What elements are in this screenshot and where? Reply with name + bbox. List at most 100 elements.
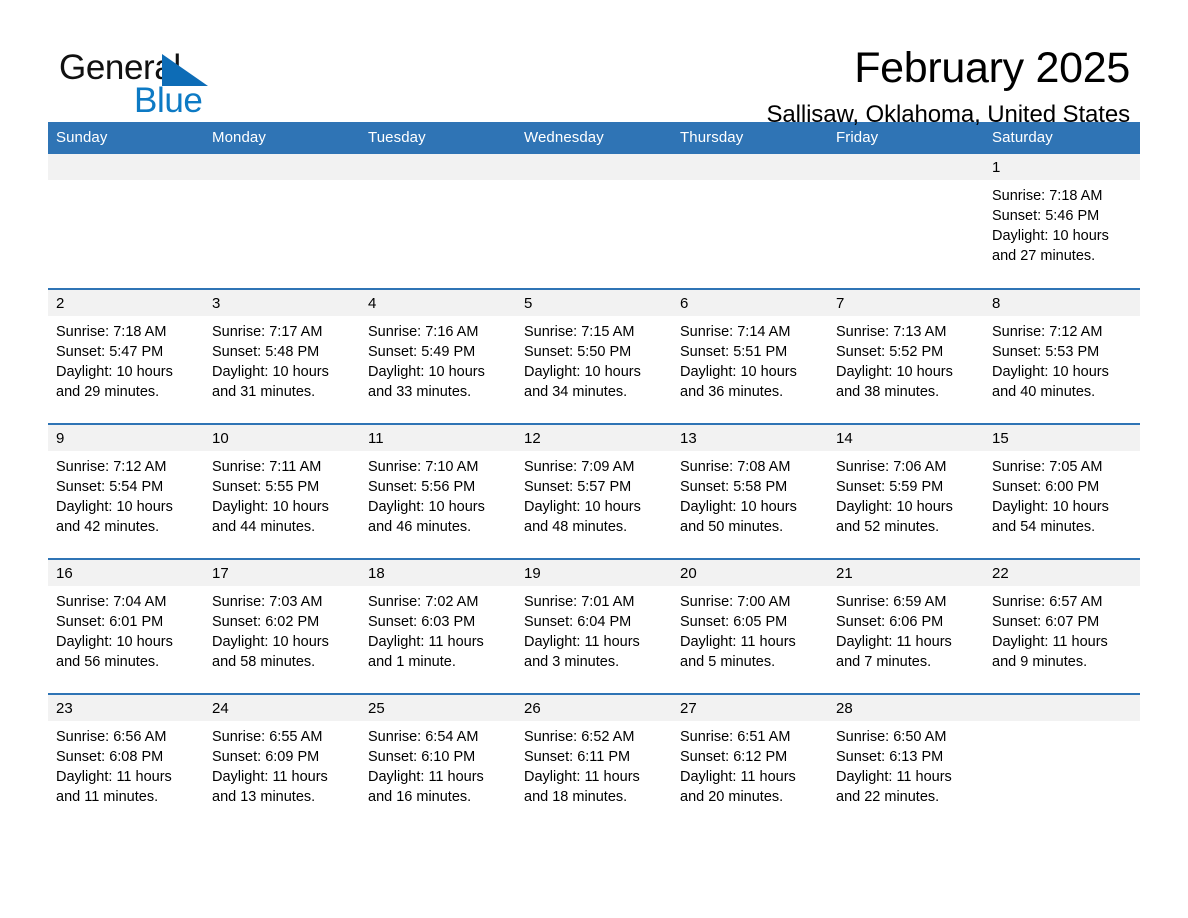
day-details: Sunrise: 7:16 AM Sunset: 5:49 PM Dayligh… (368, 324, 485, 400)
calendar-table: Sunday Monday Tuesday Wednesday Thursday… (48, 122, 1140, 829)
day-details: Sunrise: 6:59 AM Sunset: 6:06 PM Dayligh… (836, 594, 952, 670)
calendar-day-cell[interactable] (984, 693, 1140, 829)
day-number: 10 (204, 425, 360, 451)
day-details: Sunrise: 7:02 AM Sunset: 6:03 PM Dayligh… (368, 594, 484, 670)
day-number: 14 (828, 425, 984, 451)
calendar-day-cell[interactable]: 11 Sunrise: 7:10 AM Sunset: 5:56 PM Dayli… (360, 423, 516, 559)
calendar-day-cell[interactable]: 3 Sunrise: 7:17 AM Sunset: 5:48 PM Daylig… (204, 288, 360, 424)
day-details (828, 180, 984, 186)
day-number (48, 154, 204, 180)
day-number: 11 (360, 425, 516, 451)
day-number (672, 154, 828, 180)
day-details: Sunrise: 7:05 AM Sunset: 6:00 PM Dayligh… (992, 459, 1109, 535)
day-details: Sunrise: 7:12 AM Sunset: 5:53 PM Dayligh… (992, 324, 1109, 400)
calendar-day-cell[interactable]: 28 Sunrise: 6:50 AM Sunset: 6:13 PM Dayli… (828, 693, 984, 829)
calendar-day-cell[interactable]: 17 Sunrise: 7:03 AM Sunset: 6:02 PM Dayli… (204, 558, 360, 694)
day-details: Sunrise: 6:57 AM Sunset: 6:07 PM Dayligh… (992, 594, 1108, 670)
calendar-day-cell[interactable] (516, 154, 672, 289)
day-details: Sunrise: 7:14 AM Sunset: 5:51 PM Dayligh… (680, 324, 797, 400)
calendar-day-cell[interactable]: 1 Sunrise: 7:18 AM Sunset: 5:46 PM Daylig… (984, 154, 1140, 289)
day-number (828, 154, 984, 180)
day-details (360, 180, 516, 186)
day-details: Sunrise: 7:18 AM Sunset: 5:47 PM Dayligh… (56, 324, 173, 400)
calendar-day-cell[interactable] (828, 154, 984, 289)
day-details: Sunrise: 7:10 AM Sunset: 5:56 PM Dayligh… (368, 459, 485, 535)
calendar-day-cell[interactable]: 20 Sunrise: 7:00 AM Sunset: 6:05 PM Dayli… (672, 558, 828, 694)
day-details (48, 180, 204, 186)
day-number: 9 (48, 425, 204, 451)
calendar-day-cell[interactable] (672, 154, 828, 289)
calendar-day-cell[interactable]: 24 Sunrise: 6:55 AM Sunset: 6:09 PM Dayli… (204, 693, 360, 829)
day-number: 19 (516, 560, 672, 586)
day-details: Sunrise: 7:08 AM Sunset: 5:58 PM Dayligh… (680, 459, 797, 535)
logo-text-blue: Blue (134, 81, 203, 120)
calendar-week-row: 2 Sunrise: 7:18 AM Sunset: 5:47 PM Daylig… (48, 288, 1140, 424)
day-number: 23 (48, 695, 204, 721)
day-details: Sunrise: 6:56 AM Sunset: 6:08 PM Dayligh… (56, 729, 172, 805)
day-details (672, 180, 828, 186)
day-number: 28 (828, 695, 984, 721)
calendar-day-cell[interactable] (48, 154, 204, 289)
day-details: Sunrise: 7:11 AM Sunset: 5:55 PM Dayligh… (212, 459, 329, 535)
calendar-day-cell[interactable]: 18 Sunrise: 7:02 AM Sunset: 6:03 PM Dayli… (360, 558, 516, 694)
day-number: 22 (984, 560, 1140, 586)
day-number: 20 (672, 560, 828, 586)
day-details: Sunrise: 7:06 AM Sunset: 5:59 PM Dayligh… (836, 459, 953, 535)
calendar-day-cell[interactable]: 23 Sunrise: 6:56 AM Sunset: 6:08 PM Dayli… (48, 693, 204, 829)
day-number: 17 (204, 560, 360, 586)
calendar-day-cell[interactable]: 27 Sunrise: 6:51 AM Sunset: 6:12 PM Dayli… (672, 693, 828, 829)
calendar-day-cell[interactable]: 13 Sunrise: 7:08 AM Sunset: 5:58 PM Dayli… (672, 423, 828, 559)
calendar-day-cell[interactable]: 12 Sunrise: 7:09 AM Sunset: 5:57 PM Dayli… (516, 423, 672, 559)
day-number: 7 (828, 290, 984, 316)
day-number: 2 (48, 290, 204, 316)
day-number: 1 (984, 154, 1140, 180)
day-details (516, 180, 672, 186)
calendar-day-cell[interactable]: 21 Sunrise: 6:59 AM Sunset: 6:06 PM Dayli… (828, 558, 984, 694)
day-details: Sunrise: 7:12 AM Sunset: 5:54 PM Dayligh… (56, 459, 173, 535)
day-number: 25 (360, 695, 516, 721)
calendar-day-cell[interactable]: 15 Sunrise: 7:05 AM Sunset: 6:00 PM Dayli… (984, 423, 1140, 559)
day-details: Sunrise: 6:52 AM Sunset: 6:11 PM Dayligh… (524, 729, 640, 805)
calendar-week-row: 1 Sunrise: 7:18 AM Sunset: 5:46 PM Daylig… (48, 154, 1140, 289)
masthead: General Blue February 2025 Sallisaw, Okl… (48, 0, 1140, 128)
calendar-day-cell[interactable]: 25 Sunrise: 6:54 AM Sunset: 6:10 PM Dayli… (360, 693, 516, 829)
day-details: Sunrise: 7:09 AM Sunset: 5:57 PM Dayligh… (524, 459, 641, 535)
calendar-day-cell[interactable]: 4 Sunrise: 7:16 AM Sunset: 5:49 PM Daylig… (360, 288, 516, 424)
day-details: Sunrise: 6:54 AM Sunset: 6:10 PM Dayligh… (368, 729, 484, 805)
calendar-day-cell[interactable]: 6 Sunrise: 7:14 AM Sunset: 5:51 PM Daylig… (672, 288, 828, 424)
day-number: 3 (204, 290, 360, 316)
day-details: Sunrise: 7:03 AM Sunset: 6:02 PM Dayligh… (212, 594, 329, 670)
calendar-day-cell[interactable]: 10 Sunrise: 7:11 AM Sunset: 5:55 PM Dayli… (204, 423, 360, 559)
day-number: 8 (984, 290, 1140, 316)
day-details: Sunrise: 7:15 AM Sunset: 5:50 PM Dayligh… (524, 324, 641, 400)
calendar-day-cell[interactable]: 5 Sunrise: 7:15 AM Sunset: 5:50 PM Daylig… (516, 288, 672, 424)
calendar-day-cell[interactable]: 16 Sunrise: 7:04 AM Sunset: 6:01 PM Dayli… (48, 558, 204, 694)
day-number: 6 (672, 290, 828, 316)
calendar-week-row: 23 Sunrise: 6:56 AM Sunset: 6:08 PM Dayli… (48, 693, 1140, 829)
calendar-day-cell[interactable]: 8 Sunrise: 7:12 AM Sunset: 5:53 PM Daylig… (984, 288, 1140, 424)
day-details: Sunrise: 7:17 AM Sunset: 5:48 PM Dayligh… (212, 324, 329, 400)
calendar-day-cell[interactable]: 2 Sunrise: 7:18 AM Sunset: 5:47 PM Daylig… (48, 288, 204, 424)
calendar-day-cell[interactable] (360, 154, 516, 289)
day-number: 15 (984, 425, 1140, 451)
calendar-day-cell[interactable]: 26 Sunrise: 6:52 AM Sunset: 6:11 PM Dayli… (516, 693, 672, 829)
day-details: Sunrise: 7:18 AM Sunset: 5:46 PM Dayligh… (992, 188, 1109, 264)
calendar-day-cell[interactable]: 22 Sunrise: 6:57 AM Sunset: 6:07 PM Dayli… (984, 558, 1140, 694)
day-number (360, 154, 516, 180)
calendar-day-cell[interactable]: 7 Sunrise: 7:13 AM Sunset: 5:52 PM Daylig… (828, 288, 984, 424)
day-number: 4 (360, 290, 516, 316)
calendar-day-cell[interactable]: 14 Sunrise: 7:06 AM Sunset: 5:59 PM Dayli… (828, 423, 984, 559)
general-blue-logo[interactable]: General Blue (59, 48, 259, 120)
calendar-day-cell[interactable]: 19 Sunrise: 7:01 AM Sunset: 6:04 PM Dayli… (516, 558, 672, 694)
day-number (204, 154, 360, 180)
day-number (516, 154, 672, 180)
day-number: 26 (516, 695, 672, 721)
calendar-week-row: 9 Sunrise: 7:12 AM Sunset: 5:54 PM Daylig… (48, 423, 1140, 559)
calendar-day-cell[interactable]: 9 Sunrise: 7:12 AM Sunset: 5:54 PM Daylig… (48, 423, 204, 559)
day-number: 18 (360, 560, 516, 586)
calendar-page: General Blue February 2025 Sallisaw, Okl… (0, 0, 1188, 918)
day-details: Sunrise: 6:51 AM Sunset: 6:12 PM Dayligh… (680, 729, 796, 805)
calendar-day-cell[interactable] (204, 154, 360, 289)
day-details: Sunrise: 7:13 AM Sunset: 5:52 PM Dayligh… (836, 324, 953, 400)
day-details (984, 721, 1140, 727)
